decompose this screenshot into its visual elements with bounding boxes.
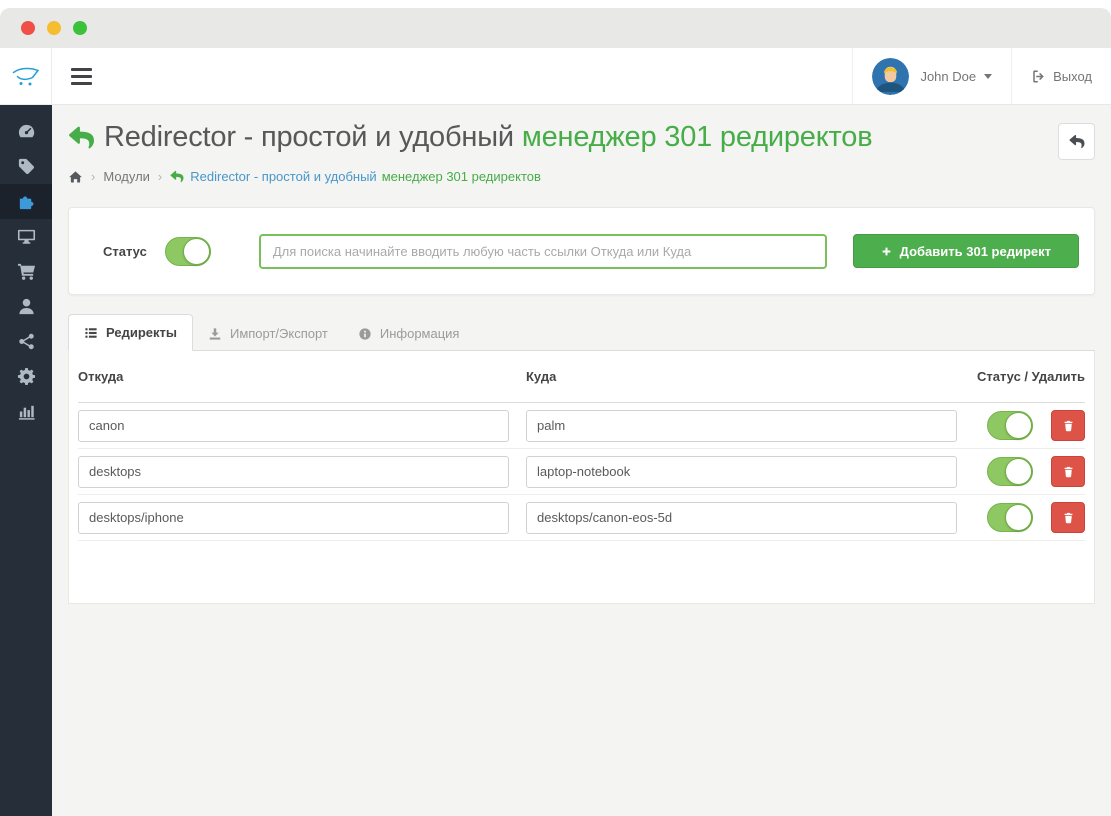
status-label: Статус bbox=[103, 244, 147, 259]
sidebar-item-reports[interactable] bbox=[0, 394, 52, 429]
delete-button[interactable] bbox=[1051, 502, 1085, 533]
close-window-button[interactable] bbox=[21, 21, 35, 35]
menu-toggle-button[interactable] bbox=[71, 48, 92, 104]
app-window: John Doe Выход Redirector - простой и уд… bbox=[0, 48, 1111, 816]
tab-import-export[interactable]: Импорт/Экспорт bbox=[193, 316, 343, 351]
column-status-delete: Статус / Удалить bbox=[957, 369, 1085, 384]
delete-button[interactable] bbox=[1051, 456, 1085, 487]
tab-redirects[interactable]: Редиректы bbox=[68, 314, 193, 351]
opencart-logo[interactable] bbox=[0, 48, 52, 105]
sidebar-nav bbox=[0, 105, 52, 429]
toggle-knob bbox=[183, 238, 210, 265]
tab-bar: Редиректы Импорт/Экспорт Информация bbox=[68, 313, 1095, 351]
sign-out-icon bbox=[1031, 69, 1046, 84]
sidebar-item-sales[interactable] bbox=[0, 254, 52, 289]
window-titlebar bbox=[0, 8, 1111, 48]
from-input[interactable] bbox=[78, 410, 509, 442]
trash-icon bbox=[1062, 419, 1075, 433]
home-breadcrumb-link[interactable] bbox=[68, 170, 83, 184]
toggle-knob bbox=[1005, 412, 1032, 439]
puzzle-icon bbox=[17, 192, 36, 211]
bar-chart-icon bbox=[17, 402, 36, 421]
gauge-icon bbox=[17, 122, 36, 141]
info-icon bbox=[358, 327, 372, 341]
row-status-toggle[interactable] bbox=[987, 411, 1033, 440]
reply-icon bbox=[170, 170, 184, 183]
cart-icon bbox=[17, 262, 36, 281]
toggle-knob bbox=[1005, 504, 1032, 531]
breadcrumb-current-accent: менеджер 301 редиректов bbox=[382, 169, 541, 184]
toggle-knob bbox=[1005, 458, 1032, 485]
list-icon bbox=[84, 326, 98, 340]
table-row bbox=[78, 449, 1085, 495]
sidebar-item-marketing[interactable] bbox=[0, 324, 52, 359]
to-input[interactable] bbox=[526, 410, 957, 442]
table-row bbox=[78, 403, 1085, 449]
page-content: Redirector - простой и удобный менеджер … bbox=[52, 105, 1111, 816]
minimize-window-button[interactable] bbox=[47, 21, 61, 35]
search-input[interactable] bbox=[259, 234, 827, 269]
tab-information[interactable]: Информация bbox=[343, 316, 475, 351]
tab-import-export-label: Импорт/Экспорт bbox=[230, 326, 328, 341]
add-redirect-label: Добавить 301 редирект bbox=[900, 244, 1051, 259]
sidebar-item-catalog[interactable] bbox=[0, 149, 52, 184]
chevron-down-icon bbox=[984, 74, 992, 79]
breadcrumb-current-plain: Redirector - простой и удобный bbox=[190, 169, 376, 184]
breadcrumb: › Модули › Redirector - простой и удобны… bbox=[68, 169, 1095, 184]
monitor-icon bbox=[17, 227, 36, 246]
table-header: Откуда Куда Статус / Удалить bbox=[78, 351, 1085, 403]
zoom-window-button[interactable] bbox=[73, 21, 87, 35]
sidebar-item-design[interactable] bbox=[0, 219, 52, 254]
topbar: John Doe Выход bbox=[52, 48, 1111, 105]
logout-button[interactable]: Выход bbox=[1011, 48, 1111, 104]
sidebar-item-customers[interactable] bbox=[0, 289, 52, 324]
redirects-panel: Откуда Куда Статус / Удалить bbox=[68, 351, 1095, 604]
main-area: John Doe Выход Redirector - простой и уд… bbox=[52, 48, 1111, 816]
from-input[interactable] bbox=[78, 502, 509, 534]
user-icon bbox=[17, 297, 36, 316]
column-to: Куда bbox=[526, 369, 957, 384]
row-status-toggle[interactable] bbox=[987, 503, 1033, 532]
logout-label: Выход bbox=[1053, 69, 1092, 84]
reply-icon bbox=[68, 125, 95, 150]
to-input[interactable] bbox=[526, 502, 957, 534]
home-icon bbox=[68, 170, 83, 184]
breadcrumb-modules-link[interactable]: Модули bbox=[103, 169, 150, 184]
to-input[interactable] bbox=[526, 456, 957, 488]
back-arrow-icon bbox=[1069, 134, 1085, 149]
tab-information-label: Информация bbox=[380, 326, 460, 341]
user-name: John Doe bbox=[920, 69, 976, 84]
breadcrumb-current-link[interactable]: Redirector - простой и удобный менеджер … bbox=[170, 169, 541, 184]
sidebar-item-extensions[interactable] bbox=[0, 184, 52, 219]
delete-button[interactable] bbox=[1051, 410, 1085, 441]
download-icon bbox=[208, 327, 222, 341]
sidebar bbox=[0, 48, 52, 816]
cart-logo-icon bbox=[11, 64, 41, 88]
sidebar-item-dashboard[interactable] bbox=[0, 114, 52, 149]
page-title-accent: менеджер 301 редиректов bbox=[522, 121, 873, 154]
add-redirect-button[interactable]: Добавить 301 редирект bbox=[853, 234, 1079, 268]
tag-icon bbox=[17, 157, 36, 176]
row-status-toggle[interactable] bbox=[987, 457, 1033, 486]
sidebar-item-system[interactable] bbox=[0, 359, 52, 394]
plus-icon bbox=[881, 246, 892, 257]
share-nodes-icon bbox=[17, 332, 36, 351]
controls-panel: Статус Добавить 301 редирект bbox=[68, 207, 1095, 295]
trash-icon bbox=[1062, 511, 1075, 525]
status-toggle[interactable] bbox=[165, 237, 211, 266]
gear-icon bbox=[17, 367, 36, 386]
user-menu[interactable]: John Doe bbox=[852, 48, 1011, 104]
tab-redirects-label: Редиректы bbox=[106, 325, 177, 340]
from-input[interactable] bbox=[78, 456, 509, 488]
table-row bbox=[78, 495, 1085, 541]
column-from: Откуда bbox=[78, 369, 509, 384]
avatar bbox=[872, 58, 909, 95]
page-title-plain: Redirector - простой и удобный bbox=[104, 121, 514, 154]
page-title: Redirector - простой и удобный менеджер … bbox=[68, 121, 872, 154]
back-button[interactable] bbox=[1058, 123, 1095, 160]
trash-icon bbox=[1062, 465, 1075, 479]
